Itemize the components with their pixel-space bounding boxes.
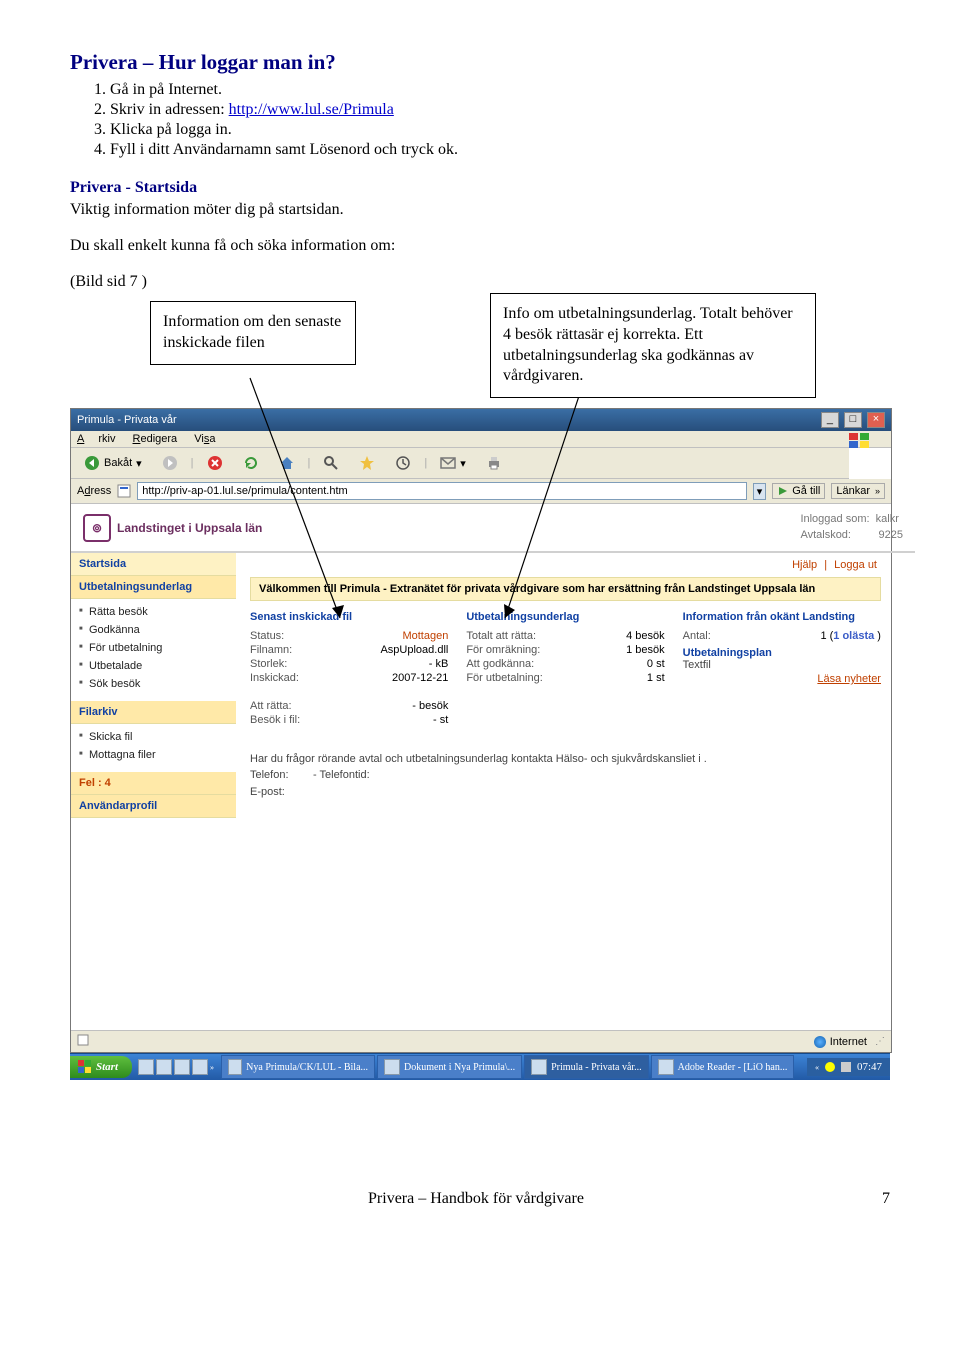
- arrow-left: [240, 373, 360, 633]
- image-reference: (Bild sid 7 ): [70, 273, 890, 291]
- tray-icon[interactable]: [825, 1062, 835, 1072]
- logo-icon: ⊚: [83, 514, 111, 542]
- tray-icon[interactable]: [841, 1062, 851, 1072]
- window-title: Primula - Privata vår: [77, 414, 177, 426]
- explorer-icon: [228, 1059, 242, 1075]
- sidebar-item[interactable]: Mottagna filer: [71, 746, 236, 764]
- ql-word-icon[interactable]: [192, 1059, 208, 1075]
- contact-block: Har du frågor rörande avtal och utbetaln…: [250, 751, 881, 801]
- col-info: Information från okänt Landsting Antal:1…: [683, 611, 881, 727]
- history-icon: [395, 455, 411, 471]
- arrow-right: [490, 373, 610, 633]
- footer-text: Privera – Handbok för vårdgivare: [368, 1190, 584, 1207]
- logout-link[interactable]: Logga ut: [834, 559, 877, 571]
- history-button[interactable]: [388, 452, 418, 474]
- address-bar: Adress ▾ Gå till Länkar»: [71, 479, 891, 504]
- minimize-button[interactable]: _: [821, 412, 839, 428]
- callout-right: Info om utbetalningsunderlag. Totalt beh…: [490, 293, 816, 398]
- forward-icon: [162, 455, 178, 471]
- sidebar-item[interactable]: Godkänna: [71, 621, 236, 639]
- doc-heading: Privera – Hur loggar man in?: [70, 50, 890, 75]
- windows-flag-icon: [849, 433, 871, 449]
- task-item[interactable]: Adobe Reader - [LiO han...: [651, 1055, 795, 1079]
- system-tray: « 07:47: [807, 1058, 890, 1076]
- page-done-icon: [77, 1034, 89, 1046]
- links-button[interactable]: Länkar»: [831, 483, 885, 499]
- start-button[interactable]: Start: [70, 1056, 132, 1078]
- startsida-intro: Viktig information möter dig på startsid…: [70, 201, 890, 219]
- step-3: Klicka på logga in.: [110, 121, 890, 139]
- browser-window: Primula - Privata vår _ □ × Arkiv Redige…: [70, 408, 892, 1053]
- sidebar-item[interactable]: Skicka fil: [71, 728, 236, 746]
- sidebar-filarkiv[interactable]: Filarkiv: [71, 701, 236, 724]
- steps-list: Gå in på Internet. Skriv in adressen: ht…: [110, 81, 890, 159]
- mail-icon: [440, 455, 456, 471]
- read-news-link[interactable]: Läsa nyheter: [817, 673, 881, 685]
- clock: 07:47: [857, 1061, 882, 1073]
- sidebar-start[interactable]: Startsida: [71, 553, 236, 576]
- sidebar: Startsida Utbetalningsunderlag Rätta bes…: [71, 553, 236, 1031]
- step-2: Skriv in adressen: http://www.lul.se/Pri…: [110, 101, 890, 119]
- ql-ie-icon[interactable]: [138, 1059, 154, 1075]
- sidebar-item[interactable]: För utbetalning: [71, 639, 236, 657]
- stop-icon: [207, 455, 223, 471]
- stop-button[interactable]: [200, 452, 230, 474]
- windows-icon: [78, 1060, 92, 1074]
- star-icon: [359, 455, 375, 471]
- close-button[interactable]: ×: [867, 412, 885, 428]
- ql-outlook-icon[interactable]: [156, 1059, 172, 1075]
- menu-file[interactable]: Arkiv: [77, 433, 115, 445]
- ql-desktop-icon[interactable]: [174, 1059, 190, 1075]
- sidebar-profil[interactable]: Användarprofil: [71, 795, 236, 818]
- startsida-heading: Privera - Startsida: [70, 179, 890, 197]
- taskbar: Start » Nya Primula/CK/LUL - Bila... Dok…: [70, 1053, 890, 1080]
- sidebar-item[interactable]: Sök besök: [71, 675, 236, 693]
- primula-link[interactable]: http://www.lul.se/Primula: [229, 101, 394, 118]
- mail-button[interactable]: ▾: [433, 452, 473, 474]
- status-left: [77, 1034, 89, 1049]
- menubar: Arkiv Redigera Visa: [71, 431, 891, 448]
- step-4: Fyll i ditt Användarnamn samt Lösenord o…: [110, 141, 890, 159]
- page-icon: [117, 484, 131, 498]
- word-icon: [384, 1059, 400, 1075]
- status-bar: Internet ⋰: [71, 1030, 891, 1052]
- sidebar-item[interactable]: Utbetalade: [71, 657, 236, 675]
- maximize-button[interactable]: □: [844, 412, 862, 428]
- ql-overflow[interactable]: »: [210, 1063, 214, 1072]
- go-icon: [777, 485, 789, 497]
- help-link[interactable]: Hjälp: [792, 559, 817, 571]
- titlebar: Primula - Privata vår _ □ ×: [71, 409, 891, 431]
- task-item-active[interactable]: Primula - Privata vår...: [524, 1055, 649, 1079]
- back-icon: [84, 455, 100, 471]
- task-item[interactable]: Dokument i Nya Primula\...: [377, 1055, 522, 1079]
- address-dropdown[interactable]: ▾: [753, 483, 767, 500]
- sidebar-item[interactable]: Rätta besök: [71, 603, 236, 621]
- back-button[interactable]: Bakåt ▾: [77, 452, 149, 474]
- resize-grip[interactable]: ⋰: [875, 1036, 885, 1047]
- menu-edit[interactable]: Redigera: [133, 433, 178, 445]
- sidebar-fel[interactable]: Fel : 4: [71, 772, 236, 795]
- quick-launch: »: [132, 1059, 220, 1075]
- toolbar: Bakåt ▾ | | | ▾: [71, 448, 849, 479]
- ie-icon: [531, 1059, 547, 1075]
- page-content: ⊚ Landstinget i Uppsala län Inloggad som…: [71, 504, 891, 1030]
- address-label: Adress: [77, 485, 111, 497]
- address-input[interactable]: [137, 482, 746, 500]
- zone-icon: [814, 1036, 826, 1048]
- callout-left: Information om den senaste inskickade fi…: [150, 301, 356, 365]
- task-item[interactable]: Nya Primula/CK/LUL - Bila...: [221, 1055, 375, 1079]
- login-info: Inloggad som: kalkr Avtalskod: 9225: [800, 512, 903, 543]
- tray-overflow[interactable]: «: [815, 1063, 819, 1072]
- adobe-icon: [658, 1059, 674, 1075]
- sidebar-utbet[interactable]: Utbetalningsunderlag: [71, 576, 236, 599]
- startsida-intro2: Du skall enkelt kunna få och söka inform…: [70, 237, 890, 255]
- step-1: Gå in på Internet.: [110, 81, 890, 99]
- forward-button[interactable]: [155, 452, 185, 474]
- page-number: 7: [882, 1190, 890, 1208]
- menu-view[interactable]: Visa: [194, 433, 215, 445]
- zone-label: Internet: [830, 1036, 867, 1048]
- go-button[interactable]: Gå till: [772, 483, 825, 499]
- site-logo: ⊚ Landstinget i Uppsala län: [83, 514, 262, 542]
